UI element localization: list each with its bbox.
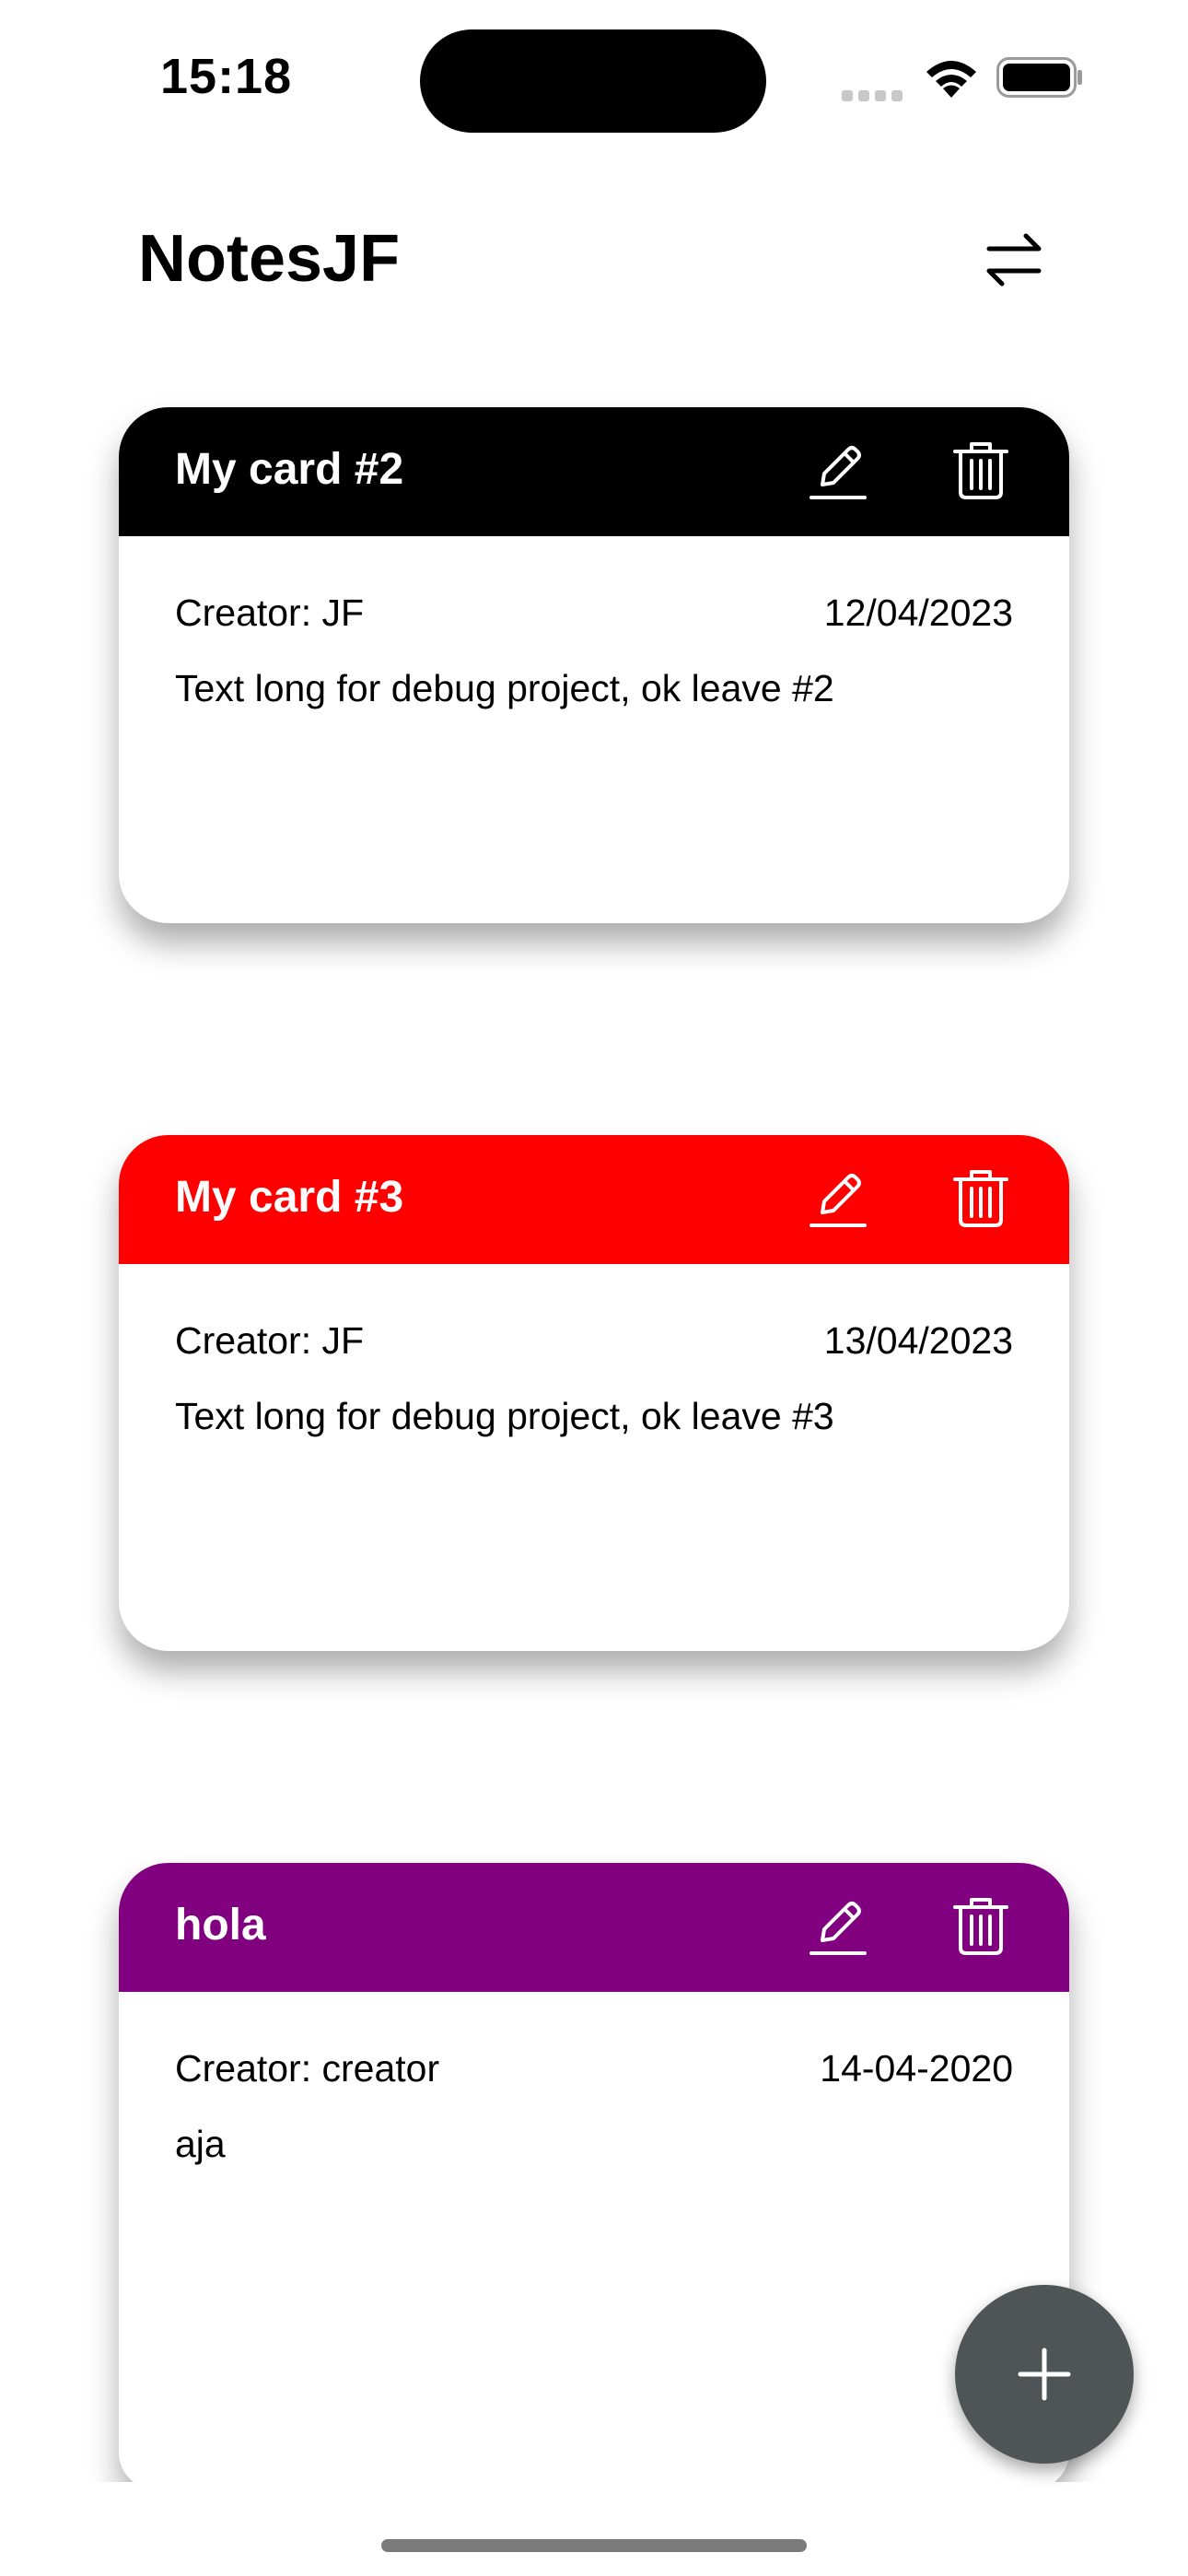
dynamic-island bbox=[420, 29, 766, 133]
card-title: My card #3 bbox=[175, 1173, 404, 1222]
bottom-safe-area bbox=[0, 2482, 1188, 2576]
edit-button[interactable] bbox=[809, 440, 867, 501]
note-card[interactable]: My card #3 Creator: JF 13/04/2023 Text l… bbox=[119, 1135, 1069, 1651]
note-card[interactable]: My card #2 Creator: JF 12/04/2023 Text l… bbox=[119, 407, 1069, 923]
card-text: Text long for debug project, ok leave #2 bbox=[175, 667, 834, 709]
plus-icon bbox=[1018, 2348, 1071, 2401]
card-date: 14-04-2020 bbox=[820, 2047, 1013, 2090]
trash-icon bbox=[953, 1898, 1008, 1955]
pencil-icon bbox=[809, 1174, 867, 1227]
card-creator: Creator: JF bbox=[175, 591, 365, 634]
sort-button[interactable] bbox=[982, 230, 1046, 289]
status-bar: 15:18 bbox=[0, 0, 1188, 147]
delete-button[interactable] bbox=[953, 1168, 1008, 1229]
card-text: aja bbox=[175, 2123, 226, 2165]
card-date: 13/04/2023 bbox=[823, 1319, 1013, 1362]
delete-button[interactable] bbox=[953, 1896, 1008, 1957]
wifi-icon bbox=[926, 61, 976, 98]
card-date: 12/04/2023 bbox=[823, 591, 1013, 634]
app-title: NotesJF bbox=[138, 222, 401, 296]
battery-icon bbox=[996, 57, 1082, 98]
delete-button[interactable] bbox=[953, 440, 1008, 501]
trash-icon bbox=[953, 442, 1008, 499]
edit-button[interactable] bbox=[809, 1168, 867, 1229]
edit-button[interactable] bbox=[809, 1896, 867, 1957]
card-header: My card #2 bbox=[119, 407, 1069, 536]
cellular-signal-icon bbox=[842, 87, 903, 101]
swap-arrows-icon bbox=[986, 233, 1042, 287]
pencil-icon bbox=[809, 446, 867, 499]
add-note-button[interactable] bbox=[955, 2285, 1134, 2464]
notes-screen: 15:18 NotesJF My card #2 Creator: JF 12/… bbox=[0, 0, 1188, 2576]
card-text: Text long for debug project, ok leave #3 bbox=[175, 1395, 834, 1437]
card-header: My card #3 bbox=[119, 1135, 1069, 1264]
card-title: My card #2 bbox=[175, 445, 404, 494]
status-time: 15:18 bbox=[160, 49, 293, 104]
card-creator: Creator: JF bbox=[175, 1319, 365, 1362]
app-header: NotesJF bbox=[0, 203, 1188, 313]
home-indicator[interactable] bbox=[381, 2539, 807, 2552]
card-creator: Creator: creator bbox=[175, 2047, 440, 2090]
card-header: hola bbox=[119, 1863, 1069, 1992]
trash-icon bbox=[953, 1170, 1008, 1227]
pencil-icon bbox=[809, 1902, 867, 1955]
card-title: hola bbox=[175, 1901, 266, 1950]
note-card[interactable]: hola Creator: creator 14-04-2020 aja bbox=[119, 1863, 1069, 2489]
